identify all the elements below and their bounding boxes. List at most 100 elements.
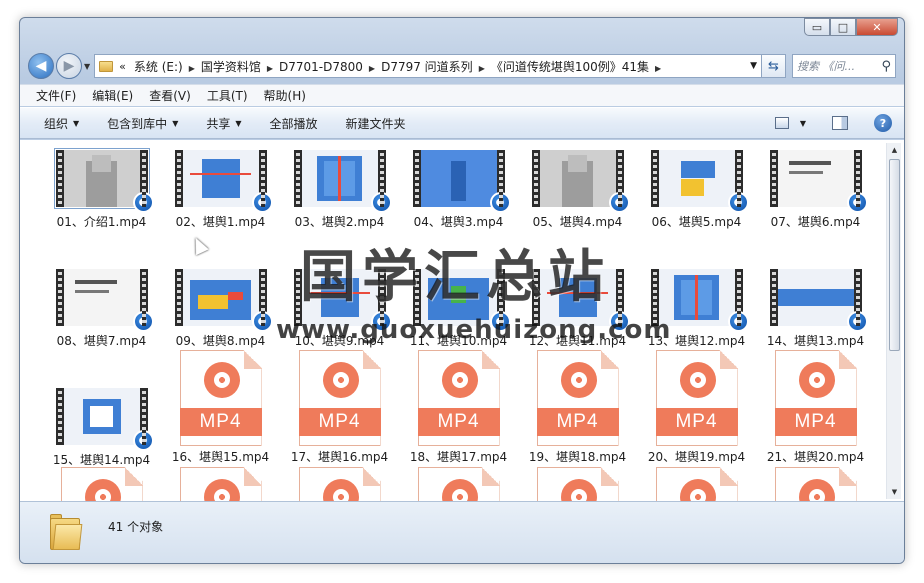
video-file-item[interactable]: ● 12、堪舆11.mp4 bbox=[518, 265, 637, 354]
file-grid: ● 01、介绍1.mp4 ● 02、堪舆1.mp4 ● 03、堪舆2.mp4 ● 04、堪舆3… bbox=[42, 146, 878, 502]
chevron-down-icon: ▼ bbox=[235, 118, 242, 128]
address-bar[interactable]: « 系统 (E:) ▶ 国学资料馆 ▶ D7701-D7800 ▶ D7797 问道系列 ▶ 《… bbox=[94, 54, 762, 78]
menu-item[interactable]: 工具(T) bbox=[207, 87, 248, 104]
recent-pages-dropdown[interactable]: ▼ bbox=[84, 62, 90, 71]
menu-item[interactable]: 编辑(E) bbox=[92, 87, 133, 104]
video-file-item[interactable]: ● 11、堪舆10.mp4 bbox=[399, 265, 518, 354]
menu-item[interactable]: 文件(F) bbox=[36, 87, 76, 104]
video-thumbnail: ● bbox=[650, 269, 749, 332]
file-name: 01、介绍1.mp4 bbox=[56, 215, 147, 229]
change-view-icon[interactable] bbox=[774, 117, 789, 129]
media-player-badge-icon: ● bbox=[846, 311, 868, 332]
mp4-file-icon: MP4 bbox=[536, 350, 619, 446]
maximize-button[interactable]: □ bbox=[830, 18, 856, 36]
file-name: 21、堪舆20.mp4 bbox=[766, 450, 865, 464]
file-name: 03、堪舆2.mp4 bbox=[294, 215, 385, 229]
video-file-item[interactable] bbox=[756, 467, 875, 502]
search-input[interactable]: 搜索 《问... ⚲ bbox=[792, 54, 896, 78]
media-player-badge-icon: ● bbox=[370, 311, 392, 332]
close-button[interactable]: ✕ bbox=[856, 18, 898, 36]
help-icon[interactable]: ? bbox=[874, 114, 892, 132]
page-fold bbox=[600, 350, 619, 369]
preview-pane-icon[interactable] bbox=[832, 116, 848, 130]
video-file-item[interactable]: ● 09、堪舆8.mp4 bbox=[161, 265, 280, 354]
mp4-file-icon: MP4 bbox=[774, 350, 857, 446]
film-reel-icon bbox=[322, 362, 359, 398]
scrollbar-thumb[interactable] bbox=[889, 159, 900, 351]
breadcrumb-item[interactable]: D7797 问道系列 bbox=[381, 60, 473, 74]
breadcrumb-overflow[interactable]: « bbox=[119, 60, 126, 73]
media-player-badge-icon: ● bbox=[251, 192, 273, 213]
video-file-item[interactable] bbox=[280, 467, 399, 502]
video-file-item[interactable]: ● 01、介绍1.mp4 bbox=[42, 146, 161, 235]
video-file-item[interactable] bbox=[518, 467, 637, 502]
video-file-item[interactable]: ● 08、堪舆7.mp4 bbox=[42, 265, 161, 354]
toolbar-button[interactable]: 新建文件夹 bbox=[346, 115, 406, 132]
refresh-button[interactable]: ⇆ bbox=[762, 54, 786, 78]
video-file-item[interactable]: MP4 18、堪舆17.mp4 bbox=[399, 350, 518, 473]
video-frame bbox=[63, 150, 140, 207]
toolbar-button[interactable]: 共享 ▼ bbox=[206, 115, 241, 132]
chevron-right-icon[interactable]: ▶ bbox=[655, 64, 661, 73]
menu-item[interactable]: 帮助(H) bbox=[264, 87, 306, 104]
scroll-up-icon[interactable]: ▲ bbox=[887, 143, 902, 157]
video-file-item[interactable]: MP4 16、堪舆15.mp4 bbox=[161, 350, 280, 473]
video-file-item[interactable]: MP4 19、堪舆18.mp4 bbox=[518, 350, 637, 473]
file-name: 07、堪舆6.mp4 bbox=[770, 215, 861, 229]
toolbar-button[interactable]: 全部播放 bbox=[270, 115, 318, 132]
file-list-view[interactable]: ● 01、介绍1.mp4 ● 02、堪舆1.mp4 ● 03、堪舆2.mp4 ● 04、堪舆3… bbox=[20, 140, 904, 502]
video-file-item[interactable]: ● 07、堪舆6.mp4 bbox=[756, 146, 875, 235]
back-button[interactable]: ◀ bbox=[28, 53, 54, 79]
scroll-down-icon[interactable]: ▼ bbox=[887, 485, 902, 499]
file-name: 20、堪舆19.mp4 bbox=[647, 450, 746, 464]
menu-bar: 文件(F) 编辑(E) 查看(V) 工具(T) 帮助(H) bbox=[20, 84, 904, 106]
video-file-item[interactable] bbox=[637, 467, 756, 502]
view-options-dropdown[interactable]: ▼ bbox=[800, 119, 806, 128]
mp4-file-icon bbox=[60, 467, 143, 502]
vertical-scrollbar[interactable]: ▲ ▼ bbox=[886, 143, 901, 499]
chevron-right-icon[interactable]: ▶ bbox=[267, 64, 273, 73]
video-file-item[interactable]: ● 15、堪舆14.mp4 bbox=[42, 384, 161, 473]
breadcrumb-item[interactable]: 系统 (E:) bbox=[134, 60, 183, 74]
video-frame bbox=[301, 269, 378, 326]
chevron-right-icon[interactable]: ▶ bbox=[369, 64, 375, 73]
video-file-item[interactable]: ● 10、堪舆9.mp4 bbox=[280, 265, 399, 354]
chevron-right-icon[interactable]: ▶ bbox=[479, 64, 485, 73]
command-bar-right: ▼ ? bbox=[774, 114, 904, 132]
search-icon[interactable]: ⚲ bbox=[881, 59, 891, 74]
page-fold bbox=[481, 350, 500, 369]
minimize-button[interactable]: ▭ bbox=[804, 18, 830, 36]
chevron-right-icon[interactable]: ▶ bbox=[189, 64, 195, 73]
video-file-item[interactable] bbox=[399, 467, 518, 502]
video-file-item[interactable]: ● 14、堪舆13.mp4 bbox=[756, 265, 875, 354]
video-file-item[interactable]: ● 04、堪舆3.mp4 bbox=[399, 146, 518, 235]
video-file-item[interactable]: ● 05、堪舆4.mp4 bbox=[518, 146, 637, 235]
menu-item[interactable]: 查看(V) bbox=[149, 87, 191, 104]
video-thumbnail: ● bbox=[174, 150, 273, 213]
media-player-badge-icon: ● bbox=[727, 311, 749, 332]
video-file-item[interactable]: MP4 20、堪舆19.mp4 bbox=[637, 350, 756, 473]
video-file-item[interactable] bbox=[161, 467, 280, 502]
video-file-item[interactable]: ● 13、堪舆12.mp4 bbox=[637, 265, 756, 354]
video-thumbnail: ● bbox=[293, 269, 392, 332]
video-frame bbox=[658, 150, 735, 207]
video-file-item[interactable]: MP4 21、堪舆20.mp4 bbox=[756, 350, 875, 473]
file-name: 13、堪舆12.mp4 bbox=[647, 334, 746, 348]
video-file-item[interactable]: ● 06、堪舆5.mp4 bbox=[637, 146, 756, 235]
video-file-item[interactable]: MP4 17、堪舆16.mp4 bbox=[280, 350, 399, 473]
breadcrumb-item[interactable]: 《问道传统堪舆100例》41集 bbox=[491, 60, 649, 74]
page-fold bbox=[481, 467, 500, 486]
video-thumbnail: ● bbox=[174, 269, 273, 332]
address-dropdown-icon[interactable]: ▼ bbox=[750, 61, 757, 71]
video-file-item[interactable]: ● 03、堪舆2.mp4 bbox=[280, 146, 399, 235]
breadcrumb-item[interactable]: D7701-D7800 bbox=[279, 60, 363, 74]
toolbar-button[interactable]: 包含到库中 ▼ bbox=[107, 115, 178, 132]
media-player-badge-icon: ● bbox=[370, 192, 392, 213]
video-file-item[interactable] bbox=[42, 467, 161, 502]
toolbar-button[interactable]: 组织 ▼ bbox=[44, 115, 79, 132]
forward-button[interactable]: ▶ bbox=[56, 53, 82, 79]
file-name: 16、堪舆15.mp4 bbox=[171, 450, 270, 464]
breadcrumb-item[interactable]: 国学资料馆 bbox=[201, 60, 261, 74]
video-file-item[interactable]: ● 02、堪舆1.mp4 bbox=[161, 146, 280, 235]
mp4-file-icon: MP4 bbox=[417, 350, 500, 446]
